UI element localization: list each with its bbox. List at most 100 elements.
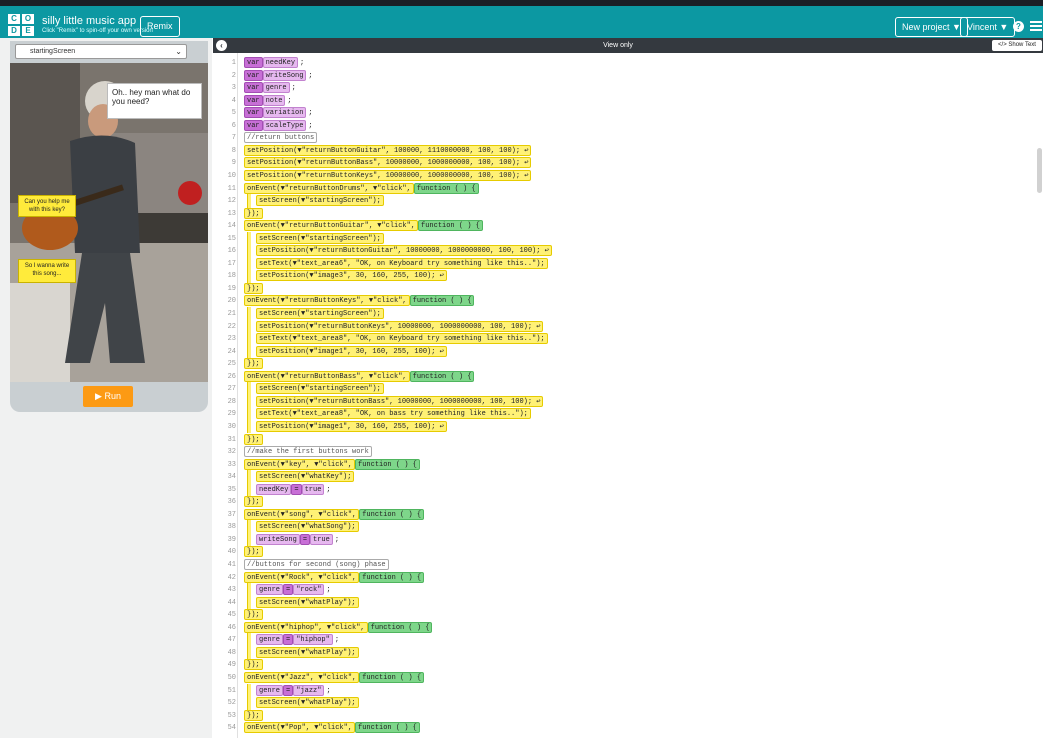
code-block[interactable]: //make the first buttons work: [244, 446, 372, 458]
code-block[interactable]: });: [244, 659, 263, 671]
code-block[interactable]: setScreen(▼"startingScreen");: [256, 383, 384, 395]
code-block[interactable]: genre = "jazz";: [256, 684, 333, 697]
code-org-logo[interactable]: C O D E: [8, 14, 36, 36]
code-block[interactable]: setPosition(▼"returnButtonKeys", 1000000…: [256, 320, 544, 333]
code-block[interactable]: writeSong = true;: [256, 533, 341, 546]
code-block[interactable]: setScreen(▼"whatPlay");: [256, 646, 359, 659]
code-block[interactable]: onEvent(▼"song", ▼"click", function ( ) {: [244, 508, 425, 521]
code-block[interactable]: onEvent(▼"returnButtonGuitar", ▼"click",…: [244, 220, 483, 232]
code-block[interactable]: });: [244, 609, 263, 621]
code-block[interactable]: });: [244, 433, 263, 446]
line-number: 40: [227, 548, 236, 557]
code-block[interactable]: onEvent(▼"Pop", ▼"click", function ( ) {: [244, 722, 420, 734]
vertical-scrollbar[interactable]: [1036, 68, 1043, 738]
code-block[interactable]: setPosition(▼"returnButtonGuitar", 10000…: [256, 245, 552, 257]
code-block[interactable]: setPosition(▼"image1", 30, 160, 255, 100…: [256, 345, 447, 358]
function-block: function ( ) {: [409, 295, 475, 307]
code-block[interactable]: setScreen(▼"startingScreen");: [256, 232, 384, 245]
line-number: 50: [227, 673, 236, 682]
block-indent-bar: [247, 482, 251, 497]
code-block[interactable]: needKey = true;: [256, 483, 333, 496]
code-block[interactable]: setScreen(▼"whatPlay");: [256, 697, 359, 709]
line-number: 2: [231, 71, 236, 80]
code-block[interactable]: var note;: [244, 94, 294, 107]
code-token: onEvent(▼"hiphop", ▼"click",: [244, 621, 368, 633]
code-block[interactable]: genre = "hiphop";: [256, 634, 341, 646]
code-block[interactable]: setPosition(▼"image1", 30, 160, 255, 100…: [256, 420, 447, 433]
code-block[interactable]: });: [244, 207, 263, 220]
code-block[interactable]: var scaleType;: [244, 119, 315, 132]
run-button[interactable]: ▶ Run: [83, 386, 133, 407]
code-block[interactable]: onEvent(▼"returnButtonDrums", ▼"click", f…: [244, 182, 479, 195]
line-number: 54: [227, 724, 236, 733]
code-block[interactable]: setText(▼"text_area6", "OK, on Keyboard …: [256, 257, 548, 270]
code-block[interactable]: var genre;: [244, 82, 298, 94]
new-project-button[interactable]: New project ▼: [895, 17, 968, 37]
code-token: setPosition(▼"returnButtonKeys", 1000000…: [244, 169, 532, 181]
code-block[interactable]: });: [244, 358, 263, 370]
help-key-button[interactable]: Can you help me with this key?: [18, 195, 76, 217]
collapse-icon[interactable]: ‹: [216, 40, 227, 51]
code-block[interactable]: setPosition(▼"image3", 30, 160, 255, 100…: [256, 270, 447, 282]
code-block[interactable]: setText(▼"text_area8", "OK, on Keyboard …: [256, 333, 548, 345]
screen-select[interactable]: startingScreen ⌄: [15, 44, 187, 59]
code-block[interactable]: var writeSong;: [244, 69, 315, 82]
code-token: =: [283, 584, 294, 596]
hamburger-menu-icon[interactable]: [1030, 21, 1042, 31]
line-number: 26: [227, 372, 236, 381]
code-block[interactable]: setScreen(▼"whatSong");: [256, 521, 359, 533]
code-block[interactable]: setPosition(▼"returnButtonBass", 1000000…: [244, 157, 532, 169]
line-number: 37: [227, 510, 236, 519]
line-number: 43: [227, 586, 236, 595]
workspace-header: ‹ View only </> Show Text: [213, 38, 1043, 53]
code-block[interactable]: //buttons for second (song) phase: [244, 559, 389, 571]
code-block[interactable]: setScreen(▼"whatKey");: [256, 471, 355, 483]
show-text-button[interactable]: </> Show Text: [992, 40, 1042, 51]
code-block[interactable]: //return buttons: [244, 132, 318, 144]
help-icon[interactable]: ?: [1013, 21, 1024, 32]
code-token: setScreen(▼"whatSong");: [256, 521, 359, 533]
code-block[interactable]: setScreen(▼"whatPlay");: [256, 596, 359, 609]
code-token: });: [244, 282, 263, 294]
code-token: ;: [308, 121, 313, 130]
code-block[interactable]: });: [244, 282, 263, 295]
code-block[interactable]: onEvent(▼"hiphop", ▼"click", function ( )…: [244, 621, 433, 634]
line-number: 16: [227, 247, 236, 256]
code-token: =: [291, 483, 302, 495]
scrollbar-thumb[interactable]: [1037, 148, 1042, 193]
code-workspace[interactable]: ‹ View only </> Show Text 1 var needKey; 2 v…: [213, 38, 1043, 738]
app-stage[interactable]: Oh.. hey man what do you need? Can you h…: [10, 63, 208, 382]
line-number: 15: [227, 234, 236, 243]
remix-button[interactable]: Remix: [140, 16, 180, 37]
code-block[interactable]: setText(▼"text_area8", "OK, on bass try …: [256, 408, 531, 420]
code-block[interactable]: onEvent(▼"key", ▼"click", function ( ) {: [244, 458, 420, 471]
code-block[interactable]: });: [244, 496, 263, 508]
code-block[interactable]: setScreen(▼"startingScreen");: [256, 195, 384, 207]
code-token: setScreen(▼"startingScreen");: [256, 232, 384, 244]
code-token: setPosition(▼"returnButtonGuitar", 10000…: [256, 245, 552, 257]
code-block[interactable]: });: [244, 709, 263, 722]
line-number: 31: [227, 435, 236, 444]
code-block[interactable]: onEvent(▼"returnButtonBass", ▼"click", fu…: [244, 370, 475, 383]
code-token: ;: [326, 485, 331, 494]
code-token: var: [244, 82, 263, 94]
user-menu-button[interactable]: Vincent ▼: [960, 17, 1016, 37]
code-block[interactable]: genre = "rock";: [256, 584, 333, 596]
write-song-button[interactable]: So I wanna write this song...: [18, 259, 76, 283]
line-number: 42: [227, 573, 236, 582]
code-block[interactable]: var variation;: [244, 107, 315, 119]
code-token: genre: [256, 634, 284, 646]
line-number: 24: [227, 347, 236, 356]
code-block[interactable]: onEvent(▼"Jazz", ▼"click", function ( ) {: [244, 671, 425, 684]
code-block[interactable]: });: [244, 546, 263, 558]
block-indent-bar: [247, 520, 251, 534]
code-block[interactable]: var needKey;: [244, 57, 306, 69]
code-block[interactable]: setPosition(▼"returnButtonGuitar", 10000…: [244, 144, 532, 157]
block-indent-bar: [247, 407, 251, 421]
code-block[interactable]: setScreen(▼"startingScreen");: [256, 308, 384, 320]
code-block[interactable]: setPosition(▼"returnButtonKeys", 1000000…: [244, 169, 532, 182]
code-block[interactable]: onEvent(▼"returnButtonKeys", ▼"click", fu…: [244, 295, 475, 307]
code-block[interactable]: setPosition(▼"returnButtonBass", 1000000…: [256, 395, 544, 408]
code-token: =: [283, 684, 294, 696]
code-block[interactable]: onEvent(▼"Rock", ▼"click", function ( ) {: [244, 571, 425, 584]
